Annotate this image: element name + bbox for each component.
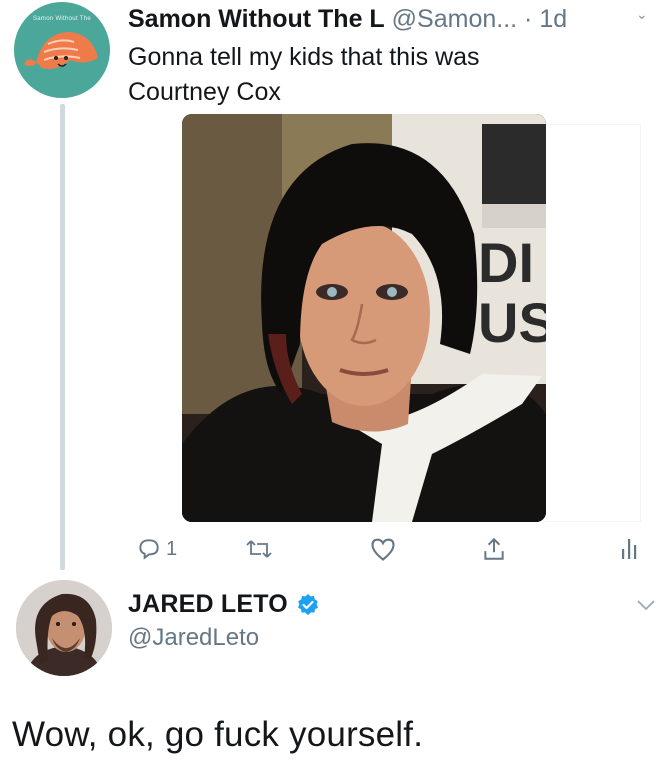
verified-badge-icon [297, 593, 318, 615]
share-button[interactable] [481, 534, 507, 564]
tweet-timestamp[interactable]: 1d [539, 5, 567, 33]
reply-author-name[interactable]: JARED LETO [128, 590, 320, 619]
thread-connector [60, 104, 65, 570]
background-sign-text: US [478, 291, 546, 354]
retweet-button[interactable] [245, 534, 273, 564]
chevron-down-icon[interactable] [636, 598, 656, 616]
tweet-header: Samon Without The L @Samon... · 1d [128, 4, 567, 34]
separator-dot: · [524, 5, 533, 33]
salmon-icon [24, 32, 98, 69]
chevron-down-icon[interactable]: ⌄ [636, 6, 648, 23]
tweet-text: Gonna tell my kids that this was Courtne… [128, 43, 480, 106]
share-icon [484, 537, 504, 560]
author-display-name[interactable]: Samon Without The L [128, 5, 385, 33]
reply-display-name[interactable]: JARED LETO [128, 590, 288, 619]
avatar[interactable]: Samon Without The [14, 2, 110, 98]
analytics-button[interactable] [620, 534, 640, 564]
retweet-icon [246, 540, 272, 558]
analytics-icon [622, 539, 637, 559]
background-sign-text: DI [478, 231, 534, 294]
like-button[interactable] [369, 534, 397, 564]
author-handle[interactable]: @Samon... [392, 5, 517, 33]
reply-author-handle[interactable]: @JaredLeto [128, 624, 259, 652]
heart-icon [371, 538, 395, 561]
reply-count: 1 [166, 537, 178, 560]
reply-icon [139, 539, 159, 560]
avatar[interactable] [16, 580, 112, 676]
reply-button[interactable]: 1 [136, 534, 177, 564]
tweet-image[interactable]: DI US [182, 114, 546, 522]
reply-text: Wow, ok, go fuck yourself. [12, 715, 424, 754]
link-card-edge [546, 124, 641, 522]
